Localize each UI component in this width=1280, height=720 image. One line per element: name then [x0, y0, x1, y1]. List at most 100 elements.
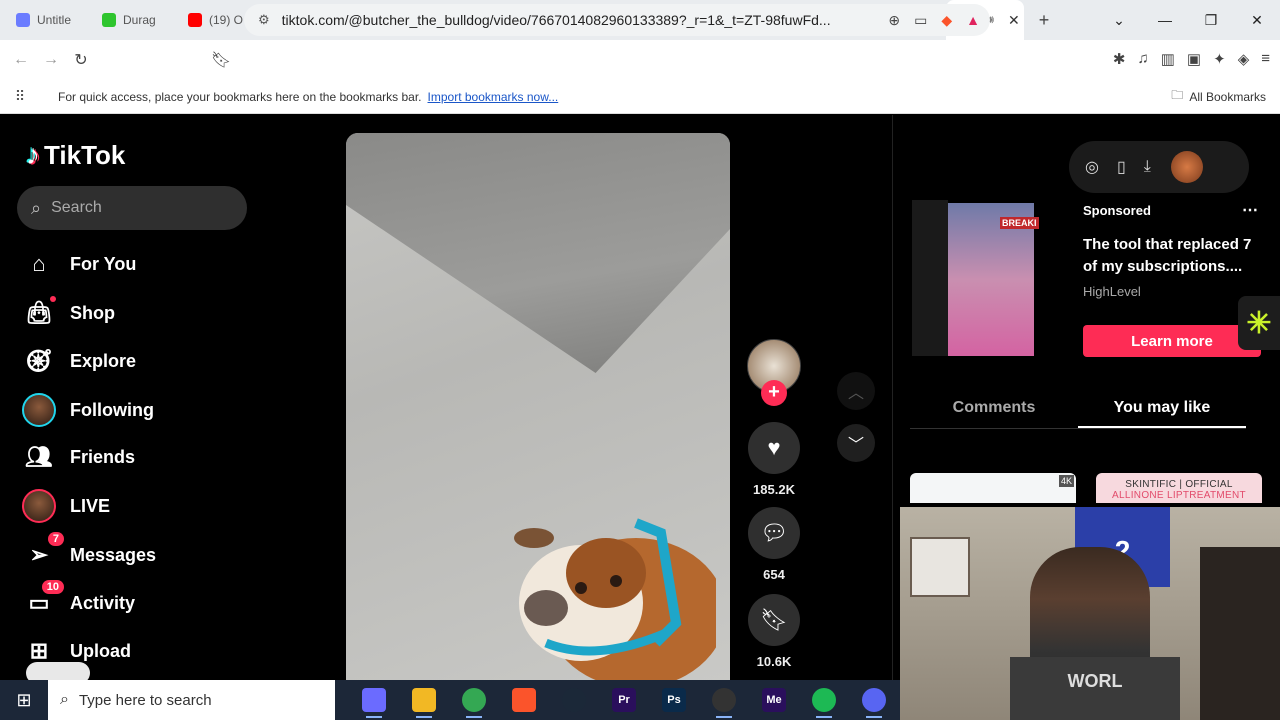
extension-splat-icon[interactable]: ✳ — [1238, 296, 1280, 350]
previous-video-button[interactable]: ︿ — [837, 372, 875, 410]
recommended-video-tile[interactable]: 4K — [910, 473, 1076, 503]
inbox-icon: ▭ 10 — [24, 580, 64, 618]
steam-taskbar-button[interactable] — [549, 680, 599, 720]
brave-shield-icon[interactable]: ◆ — [941, 12, 952, 29]
browser-tab[interactable]: Untitle — [0, 0, 86, 40]
download-icon[interactable]: ⤓ — [1144, 158, 1151, 176]
tab-comments[interactable]: Comments — [910, 383, 1078, 428]
reload-button[interactable]: ↻ — [66, 50, 96, 70]
file-explorer-taskbar-button[interactable] — [399, 680, 449, 720]
file-explorer-icon — [412, 688, 436, 712]
like-button[interactable]: ♥ 185.2K — [747, 422, 801, 497]
minimize-button[interactable]: — — [1142, 12, 1188, 28]
sidebar-item-friends[interactable]: 👥︎ Friends — [24, 437, 135, 477]
learn-more-button[interactable]: Learn more — [1083, 325, 1261, 357]
tab-you-may-like[interactable]: You may like — [1078, 383, 1246, 428]
close-window-button[interactable]: ✕ — [1234, 12, 1280, 29]
extensions-icon[interactable]: ✱ — [1113, 50, 1126, 68]
sidebar-item-label: Explore — [70, 350, 137, 371]
running-indicator — [816, 716, 832, 718]
spotify-icon — [812, 688, 836, 712]
media-encoder-taskbar-button[interactable]: Me — [749, 680, 799, 720]
import-bookmarks-link[interactable]: Import bookmarks now... — [428, 90, 559, 104]
sidebar-item-activity[interactable]: ▭ 10 Activity — [24, 580, 135, 623]
follow-button[interactable]: + — [761, 380, 787, 406]
media-encoder-icon: Me — [762, 688, 786, 712]
discord-icon — [862, 688, 886, 712]
video-player[interactable] — [346, 133, 730, 680]
forward-button[interactable]: → — [36, 51, 66, 69]
window-controls: ⌄ — ❐ ✕ — [1096, 0, 1280, 40]
brave-taskbar-button[interactable] — [499, 680, 549, 720]
spotify-taskbar-button[interactable] — [799, 680, 849, 720]
brave-rewards-icon[interactable]: ▲ — [966, 12, 980, 28]
quality-badge: 4K — [1058, 475, 1074, 487]
running-indicator — [466, 716, 482, 718]
sidebar-item-shop[interactable]: 👜︎ Shop — [24, 293, 115, 333]
save-button[interactable]: 🔖︎ 10.6K — [747, 594, 801, 669]
all-bookmarks-button[interactable]: 🗀 All Bookmarks — [1171, 86, 1266, 107]
compass-icon[interactable]: ◎ — [1085, 157, 1099, 177]
premiere-taskbar-button[interactable]: Pr — [599, 680, 649, 720]
ad-thumbnail[interactable]: BREAKI — [948, 203, 1039, 356]
chrome-taskbar-button[interactable] — [449, 680, 499, 720]
taskbar-search[interactable]: ⌕ Type here to search — [48, 680, 335, 720]
messages-badge: 7 — [47, 532, 64, 546]
sidebar-item-label: LIVE — [70, 495, 111, 516]
back-button[interactable]: ← — [6, 51, 36, 69]
sidebar-item-messages[interactable]: ➢ 7 Messages — [24, 532, 156, 575]
device-icon[interactable]: ▯ — [1117, 157, 1126, 177]
shirt-text: WORL — [1010, 657, 1180, 720]
site-info-icon[interactable]: ⚙︎ — [258, 12, 270, 28]
zoom-icon[interactable]: ⊕ — [888, 12, 900, 29]
browser-tab[interactable]: Durag — [86, 0, 172, 40]
ad-brand[interactable]: HighLevel — [1083, 284, 1141, 299]
more-options-icon[interactable]: ⋯ — [1242, 200, 1258, 220]
tiktok-logo[interactable]: ♪ TikTok — [26, 139, 125, 171]
ad-headline[interactable]: The tool that replaced 7 of my subscript… — [1083, 234, 1265, 278]
top-tools: ◎ ▯ ⤓ — [1069, 141, 1249, 193]
tab-search-chevron-icon[interactable]: ⌄ — [1096, 12, 1142, 29]
obs-taskbar-button[interactable] — [699, 680, 749, 720]
ai-icon[interactable]: ✦ — [1213, 50, 1226, 68]
windows-start-icon[interactable]: ⊞ — [0, 690, 48, 711]
sidebar-icon[interactable]: ▥ — [1161, 50, 1175, 68]
recommended-video-tile[interactable]: SKINTIFIC | OFFICIAL ALLINONE LIPTREATME… — [1096, 473, 1262, 503]
vpn-icon[interactable]: ◈ — [1238, 50, 1250, 68]
bookmark-icon[interactable]: 🔖︎ — [206, 50, 236, 70]
media-icon[interactable]: ♫ — [1137, 50, 1148, 68]
sidebar-item-live[interactable]: LIVE — [22, 486, 111, 526]
new-tab-button[interactable]: + — [1024, 10, 1064, 31]
discord-taskbar-button[interactable] — [849, 680, 899, 720]
video-frame-wall — [346, 133, 730, 373]
profile-avatar[interactable] — [1170, 151, 1203, 183]
comment-button[interactable]: 💬︎ 654 — [747, 507, 801, 582]
sidebar-item-label: Following — [70, 399, 154, 420]
next-video-button[interactable]: ﹀ — [837, 424, 875, 462]
sidebar-item-following[interactable]: Following — [22, 390, 154, 430]
all-bookmarks-label: All Bookmarks — [1189, 89, 1266, 104]
restore-button[interactable]: ❐ — [1188, 12, 1234, 29]
close-tab-icon[interactable]: ✕ — [1008, 12, 1020, 29]
menu-icon[interactable]: ≡ — [1261, 50, 1270, 68]
bookmark-icon: 🔖︎ — [748, 594, 800, 646]
search-placeholder: Search — [51, 199, 102, 216]
sidebar-item-label: Friends — [70, 446, 136, 467]
cast-icon[interactable]: ▭ — [914, 12, 927, 29]
sidebar-item-label: Upload — [70, 640, 131, 661]
shelf — [1200, 547, 1280, 720]
sponsored-ad[interactable]: BREAKI Sponsored ⋯ The tool that replace… — [912, 200, 1265, 357]
sidebar-item-for-you[interactable]: ⌂ For You — [24, 244, 136, 284]
bulldog-image — [514, 518, 716, 680]
photoshop-taskbar-button[interactable]: Ps — [649, 680, 699, 720]
copilot-taskbar-button[interactable] — [349, 680, 399, 720]
search-input[interactable]: ⌕ Search — [17, 186, 247, 230]
wallet-icon[interactable]: ▣ — [1187, 50, 1201, 68]
sidebar: ♪ TikTok ⌕ Search ⌂ For You 👜︎ Shop 🧭︎ E… — [0, 115, 300, 680]
sidebar-item-explore[interactable]: 🧭︎ Explore — [24, 341, 136, 381]
comment-icon: 💬︎ — [748, 507, 800, 559]
apps-grid-icon[interactable]: ⠿ — [0, 88, 40, 105]
sponsored-label: Sponsored — [1083, 203, 1151, 218]
url-bar[interactable]: ⚙︎ tiktok.com/@butcher_the_bulldog/video… — [244, 4, 990, 36]
url-text[interactable]: tiktok.com/@butcher_the_bulldog/video/76… — [282, 12, 842, 28]
